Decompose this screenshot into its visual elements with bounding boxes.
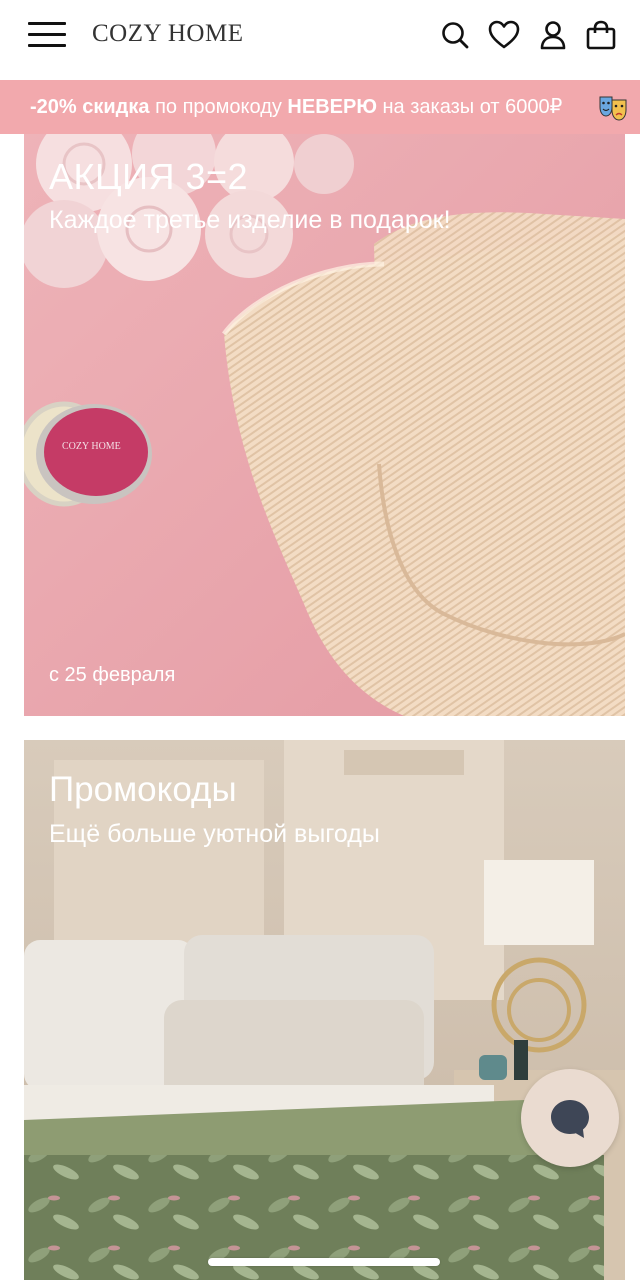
menu-icon[interactable] (28, 20, 68, 50)
banner-subtitle: Каждое третье изделие в подарок! (49, 206, 451, 234)
promo-banner[interactable]: -20% скидка по промокоду НЕВЕРЮ на заказ… (0, 80, 640, 134)
home-indicator (208, 1258, 440, 1266)
logo[interactable]: COZY HOME (92, 20, 244, 48)
header: COZY HOME (0, 0, 640, 80)
theater-masks-icon (598, 94, 628, 122)
heart-icon[interactable] (487, 18, 521, 52)
banner-title: Промокоды (49, 770, 237, 809)
user-icon[interactable] (536, 18, 570, 52)
svg-text:COZY HOME: COZY HOME (62, 441, 121, 452)
bag-icon[interactable] (584, 18, 618, 52)
chat-bubble-icon (551, 1100, 589, 1138)
promo-code: НЕВЕРЮ (287, 96, 377, 118)
banner-title: АКЦИЯ 3=2 (49, 156, 249, 197)
chat-button[interactable] (521, 1069, 619, 1167)
promo-text: -20% скидка по промокоду НЕВЕРЮ на заказ… (30, 94, 562, 119)
promo-card-promocodes[interactable]: Промокоды Ещё больше уютной выгоды (24, 740, 625, 1280)
promo-middle: по промокоду (149, 96, 288, 118)
promo-discount: -20% скидка (30, 96, 150, 118)
search-icon[interactable] (438, 18, 472, 52)
banner-subtitle: Ещё больше уютной выгоды (49, 820, 380, 848)
promo-card-3for2[interactable]: COZY HOME АКЦИЯ 3=2 Каждое третье издели… (24, 134, 625, 716)
banner-date: с 25 февраля (49, 664, 176, 686)
promo-tail: на заказы от 6000₽ (376, 96, 563, 118)
